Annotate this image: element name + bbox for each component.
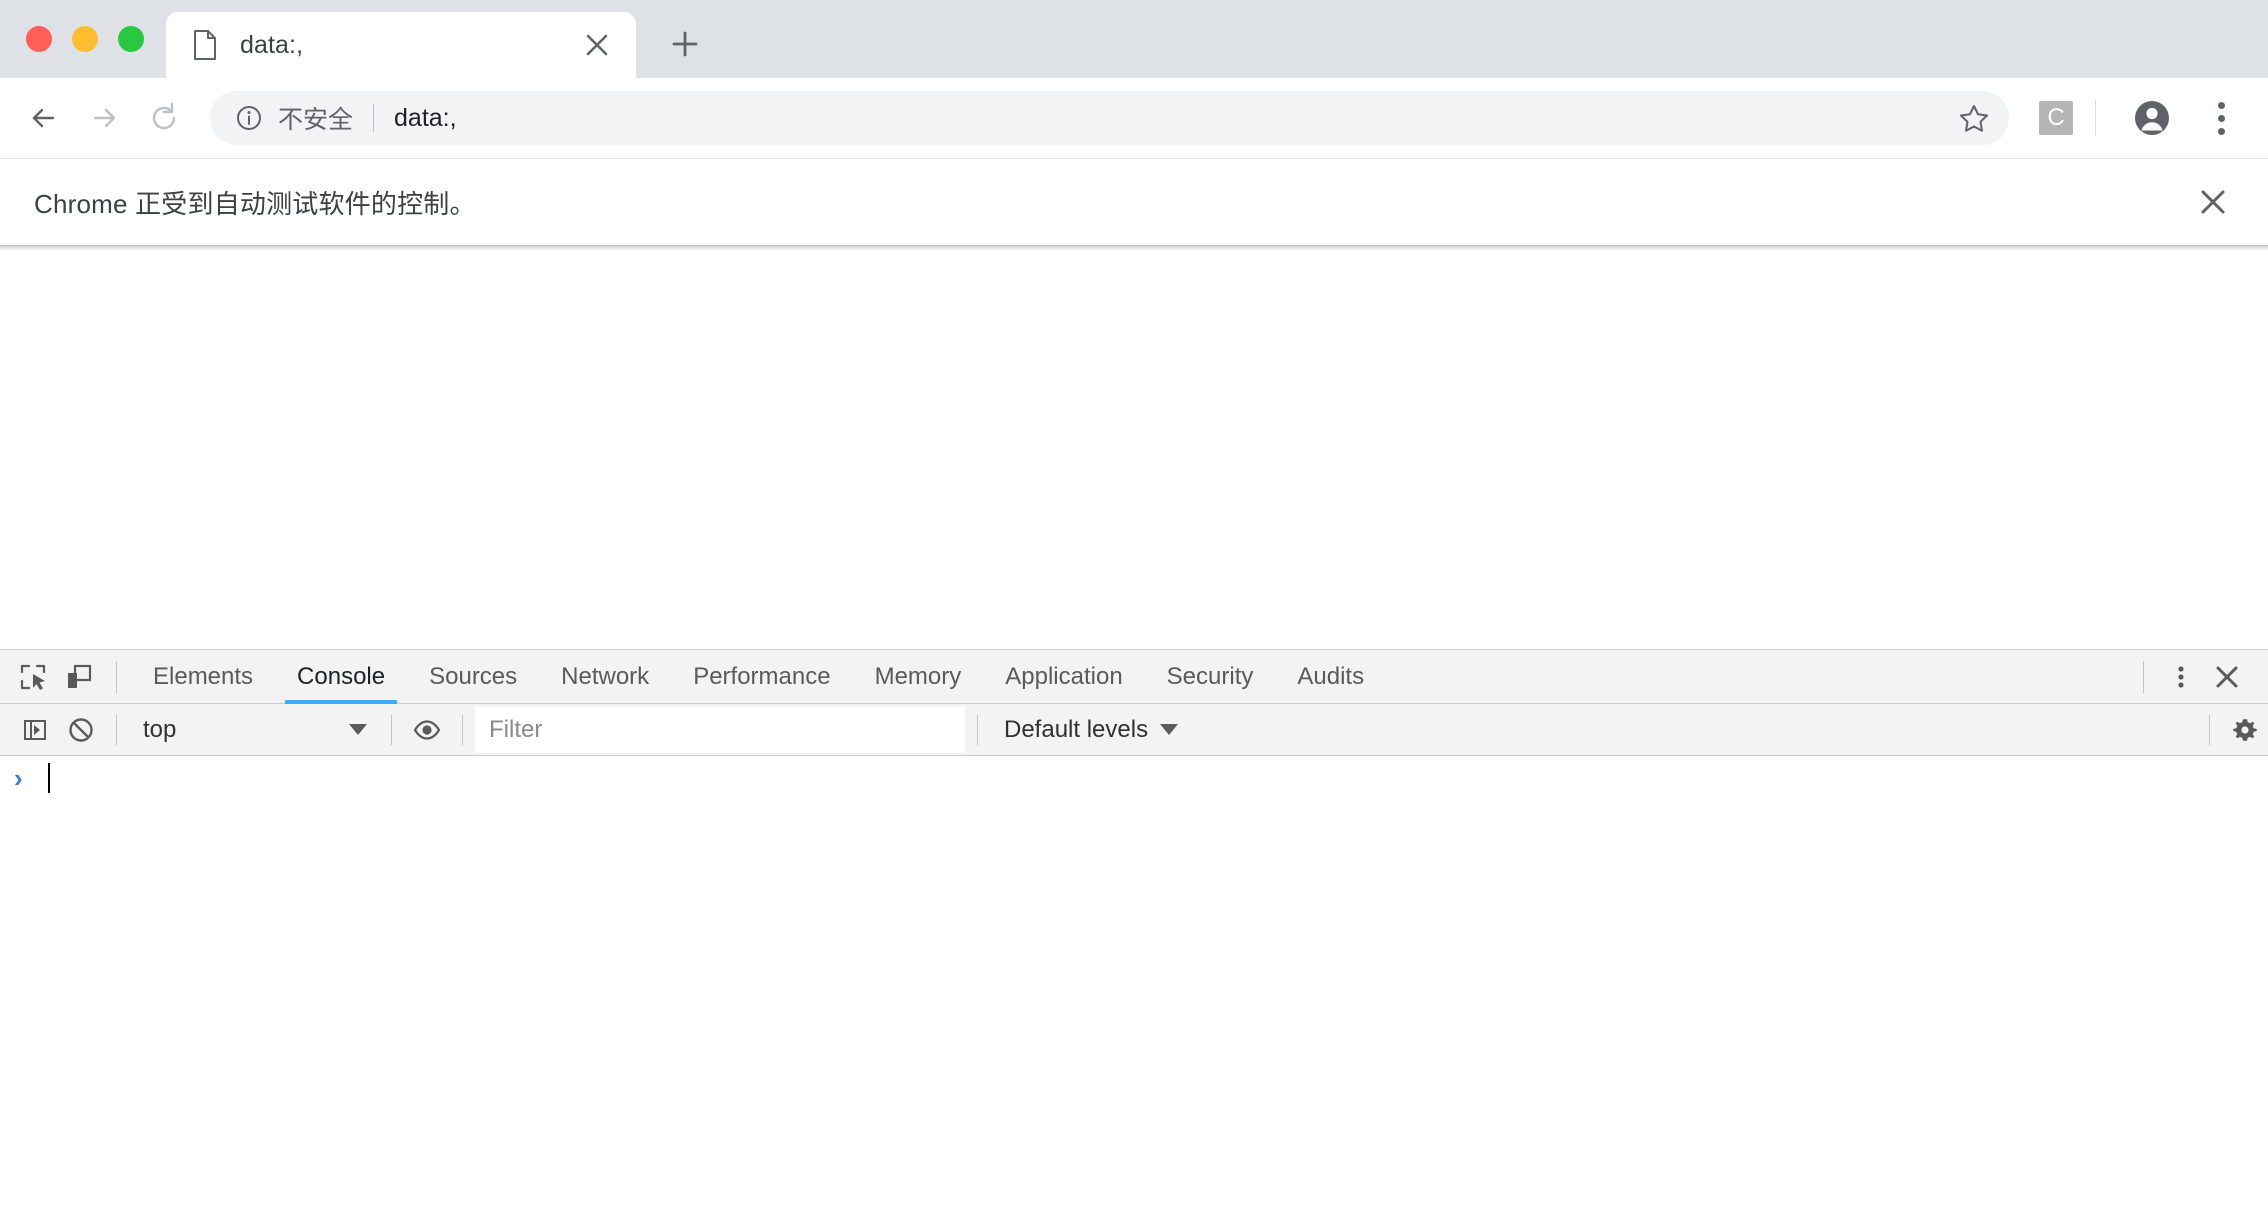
menu-dot: [2217, 127, 2225, 135]
tab-close-button[interactable]: [580, 28, 614, 62]
extension-icon[interactable]: C: [2039, 101, 2073, 135]
browser-tab[interactable]: data:,: [166, 12, 636, 78]
tab-label: Audits: [1297, 662, 1365, 690]
tab-console[interactable]: Console: [275, 650, 407, 704]
settings-gear-icon[interactable]: [2222, 707, 2268, 753]
tab-label: Application: [1005, 662, 1123, 690]
tab-label: Network: [561, 662, 650, 690]
tab-elements[interactable]: Elements: [131, 650, 275, 704]
devtools-tabs: Elements Console Sources Network Perform…: [131, 650, 2129, 704]
profile-avatar-icon[interactable]: [2122, 88, 2182, 148]
console-toolbar-divider: [391, 714, 392, 745]
tab-label: Console: [297, 662, 386, 690]
new-tab-button[interactable]: [658, 17, 712, 71]
info-icon[interactable]: [234, 103, 264, 133]
console-context-selector[interactable]: top: [129, 710, 379, 750]
device-toolbar-icon[interactable]: [56, 654, 102, 700]
security-status-label: 不安全: [278, 106, 354, 134]
page-icon: [192, 30, 218, 60]
address-bar[interactable]: 不安全 data:,: [210, 91, 2009, 145]
tab-strip: data:,: [0, 0, 2268, 78]
url-text: data:,: [394, 103, 457, 132]
tab-application[interactable]: Application: [983, 650, 1144, 704]
window-controls: [0, 0, 166, 78]
infobar-close-button[interactable]: [2192, 181, 2234, 223]
console-toolbar-divider: [977, 714, 978, 745]
tab-network[interactable]: Network: [539, 650, 671, 704]
tab-label: Performance: [693, 662, 831, 690]
tab-performance[interactable]: Performance: [671, 650, 852, 704]
console-context-label: top: [143, 715, 177, 743]
console-toolbar-divider: [462, 714, 463, 745]
console-log-levels-selector[interactable]: Default levels: [990, 710, 1192, 750]
console-filter-input[interactable]: [475, 706, 965, 753]
window-maximize-button[interactable]: [118, 26, 144, 52]
console-prompt-chevron-icon: ›: [14, 763, 23, 793]
automation-infobar: Chrome 正受到自动测试软件的控制。: [0, 158, 2268, 245]
console-text-caret: [48, 763, 50, 793]
chevron-down-icon: [1160, 724, 1179, 735]
tab-memory[interactable]: Memory: [853, 650, 984, 704]
devtools-panel: Elements Console Sources Network Perform…: [0, 649, 2268, 1226]
toolbar-divider: [2095, 100, 2096, 136]
forward-button[interactable]: [74, 88, 134, 148]
tab-title: data:,: [240, 30, 304, 59]
console-toolbar-divider: [2209, 714, 2210, 745]
page-viewport: [0, 251, 2268, 649]
devtools-tabbar-actions: [2129, 654, 2268, 700]
omnibox-divider: [373, 104, 375, 132]
devtools-toolbar-divider: [116, 660, 117, 693]
reload-button[interactable]: [134, 88, 194, 148]
tab-audits[interactable]: Audits: [1275, 650, 1386, 704]
back-button[interactable]: [14, 88, 74, 148]
browser-toolbar: 不安全 data:, C: [0, 78, 2268, 158]
tab-label: Memory: [874, 662, 962, 690]
inspect-element-icon[interactable]: [10, 654, 56, 700]
window-minimize-button[interactable]: [72, 26, 98, 52]
clear-console-icon[interactable]: [58, 707, 104, 753]
devtools-more-menu-icon[interactable]: [2158, 654, 2204, 700]
chevron-down-icon: [349, 724, 367, 735]
devtools-tab-bar: Elements Console Sources Network Perform…: [0, 650, 2268, 704]
tab-label: Sources: [429, 662, 518, 690]
bookmark-star-icon[interactable]: [1949, 93, 1999, 143]
tab-security[interactable]: Security: [1145, 650, 1276, 704]
browser-window: data:, 不安全 data:, C Chrome 正受到自动测试软件的控制。…: [0, 0, 2268, 1226]
console-toolbar: top Default levels: [0, 704, 2268, 756]
console-sidebar-toggle-icon[interactable]: [12, 707, 58, 753]
chrome-menu-icon[interactable]: [2196, 88, 2246, 148]
tab-sources[interactable]: Sources: [407, 650, 539, 704]
automation-infobar-message: Chrome 正受到自动测试软件的控制。: [34, 188, 476, 219]
console-message-area[interactable]: ›: [0, 756, 2268, 1226]
console-prompt-row[interactable]: ›: [0, 756, 2268, 800]
tab-label: Elements: [153, 662, 254, 690]
live-expression-eye-icon[interactable]: [404, 707, 450, 753]
window-close-button[interactable]: [26, 26, 52, 52]
console-log-levels-label: Default levels: [1004, 715, 1149, 743]
console-toolbar-divider: [116, 714, 117, 745]
menu-dot: [2217, 114, 2225, 122]
menu-dot: [2217, 101, 2225, 109]
devtools-close-icon[interactable]: [2204, 654, 2250, 700]
devtools-actions-divider: [2143, 660, 2144, 693]
tab-label: Security: [1166, 662, 1254, 690]
